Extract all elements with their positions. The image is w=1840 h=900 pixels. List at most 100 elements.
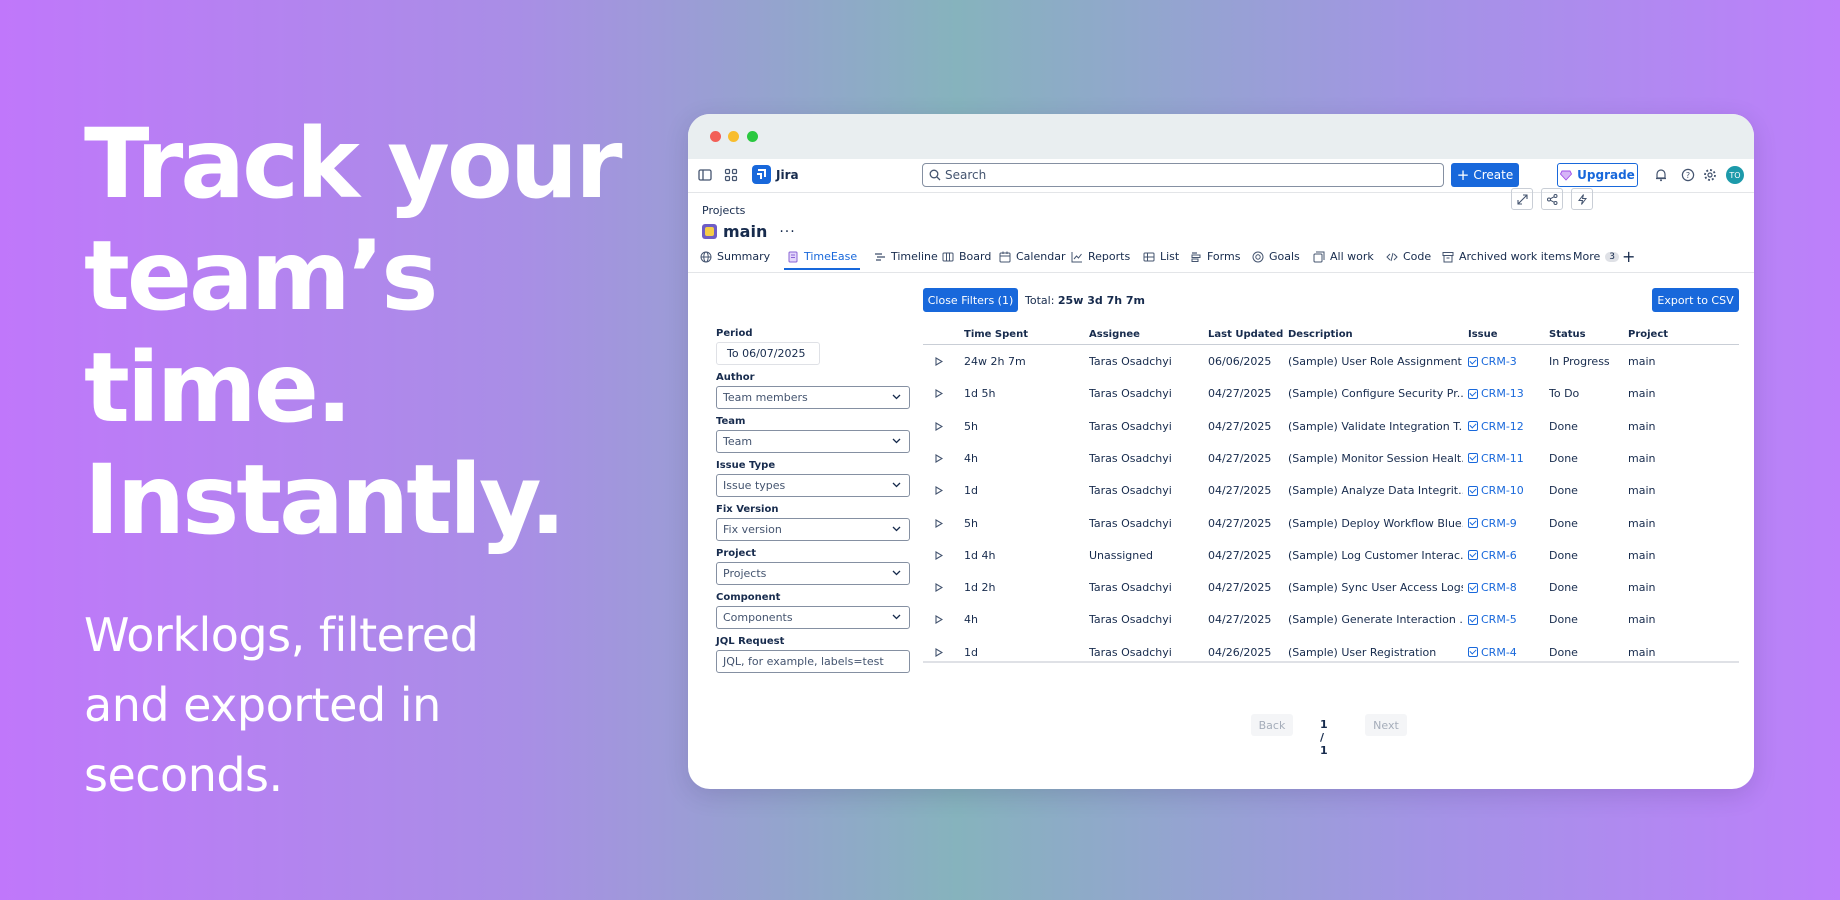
cell-issue[interactable]: CRM-9 [1468,517,1543,530]
column-header-assignee[interactable]: Assignee [1089,329,1140,340]
expand-row-icon[interactable] [935,356,944,369]
tab-summary[interactable]: Summary [700,250,770,263]
project-select[interactable]: Projects [716,562,910,585]
settings-gear-icon[interactable] [1703,168,1719,184]
tab-all-work[interactable]: All work [1313,250,1374,263]
search-input[interactable]: Search [922,163,1444,187]
back-button[interactable]: Back [1251,714,1293,736]
column-header-project[interactable]: Project [1628,329,1668,340]
calendar-icon [999,251,1011,262]
close-window-button[interactable] [710,131,721,142]
column-header-description[interactable]: Description [1288,329,1353,340]
cell-time: 1d 4h [964,549,1082,562]
cell-issue[interactable]: CRM-3 [1468,355,1543,368]
expand-row-icon[interactable] [935,582,944,595]
expand-row-icon[interactable] [935,647,944,660]
expand-row-icon[interactable] [935,550,944,563]
tab-calendar[interactable]: Calendar [999,250,1065,263]
cell-issue-text[interactable]: CRM-6 [1481,549,1517,562]
expand-row-icon[interactable] [935,421,944,434]
cell-issue-text[interactable]: CRM-10 [1481,484,1524,497]
cell-assignee: Taras Osadchyi [1089,355,1201,368]
table-row[interactable]: 1d Taras Osadchyi 04/27/2025 (Sample) Analy… [923,475,1739,507]
jql-input[interactable]: JQL, for example, labels=test [716,650,910,673]
breadcrumb[interactable]: Projects [702,204,745,217]
cell-updated: 04/27/2025 [1208,420,1283,433]
project-more-icon[interactable]: ··· [779,224,795,240]
cell-issue[interactable]: CRM-5 [1468,613,1543,626]
cell-issue-text[interactable]: CRM-8 [1481,581,1517,594]
user-avatar[interactable]: TO [1726,166,1744,184]
app-name[interactable]: Jira [776,168,799,182]
cell-issue[interactable]: CRM-6 [1468,549,1543,562]
automation-button[interactable] [1571,188,1593,210]
sidebar-toggle-icon[interactable] [698,168,714,184]
upgrade-button[interactable]: Upgrade [1557,163,1638,187]
column-header-last-updated[interactable]: Last Updated [1208,329,1283,340]
cell-issue-text[interactable]: CRM-3 [1481,355,1517,368]
table-row[interactable]: 1d 4h Unassigned 04/27/2025 (Sample) Log Cu… [923,540,1739,572]
cell-description-text: (Sample) Sync User Access Logs [1288,581,1463,595]
share-button[interactable] [1541,188,1563,210]
cell-issue[interactable]: CRM-10 [1468,484,1543,497]
table-row[interactable]: 1d 5h Taras Osadchyi 04/27/2025 (Sample) Co… [923,378,1739,410]
author-select[interactable]: Team members [716,386,910,409]
tab-goals[interactable]: Goals [1252,250,1300,263]
tab-list[interactable]: List [1143,250,1179,263]
expand-row-icon[interactable] [935,453,944,466]
help-icon[interactable]: ? [1681,168,1697,184]
app-switcher-icon[interactable] [724,168,740,184]
table-row[interactable]: 4h Taras Osadchyi 04/27/2025 (Sample) Gener… [923,604,1739,636]
period-field[interactable]: To 06/07/2025 [716,342,820,365]
gem-icon [1560,170,1573,181]
minimize-window-button[interactable] [728,131,739,142]
table-row[interactable]: 1d Taras Osadchyi 04/26/2025 (Sample) User … [923,637,1739,669]
tab-archived-work-items[interactable]: Archived work items [1442,250,1571,263]
expand-row-icon[interactable] [935,388,944,401]
cell-issue[interactable]: CRM-4 [1468,646,1543,659]
expand-row-icon[interactable] [935,485,944,498]
cell-issue-text[interactable]: CRM-4 [1481,646,1517,659]
team-select[interactable]: Team [716,430,910,453]
table-row[interactable]: 5h Taras Osadchyi 04/27/2025 (Sample) Valid… [923,411,1739,443]
table-row[interactable]: 1d 2h Taras Osadchyi 04/27/2025 (Sample) Sy… [923,572,1739,604]
cell-description-text: (Sample) Generate Interaction ... [1288,613,1463,627]
tab-forms[interactable]: Forms [1190,250,1240,263]
fullscreen-button[interactable] [1511,188,1533,210]
close-filters-button[interactable]: Close Filters (1) [923,288,1018,312]
column-header-status[interactable]: Status [1549,329,1586,340]
lightning-icon [1577,193,1587,205]
table-row[interactable]: 5h Taras Osadchyi 04/27/2025 (Sample) Deplo… [923,508,1739,540]
component-select[interactable]: Components [716,606,910,629]
cell-issue[interactable]: CRM-13 [1468,387,1543,400]
cell-issue[interactable]: CRM-12 [1468,420,1543,433]
cell-issue[interactable]: CRM-8 [1468,581,1543,594]
cell-issue-text[interactable]: CRM-12 [1481,420,1524,433]
tab-board[interactable]: Board [942,250,991,263]
tab-timeline[interactable]: Timeline [874,250,938,263]
tab-code[interactable]: Code [1386,250,1431,263]
cell-issue[interactable]: CRM-11 [1468,452,1543,465]
fix-version-select[interactable]: Fix version [716,518,910,541]
create-button[interactable]: + Create [1451,163,1519,187]
issue-type-select[interactable]: Issue types [716,474,910,497]
add-tab-plus-icon[interactable]: + [1622,247,1635,266]
tab-reports[interactable]: Reports [1071,250,1130,263]
next-button[interactable]: Next [1365,714,1407,736]
cell-issue-text[interactable]: CRM-5 [1481,613,1517,626]
cell-issue-text[interactable]: CRM-9 [1481,517,1517,530]
table-row[interactable]: 4h Taras Osadchyi 04/27/2025 (Sample) Monit… [923,443,1739,475]
jira-logo-icon[interactable] [752,165,771,184]
tab-timeease[interactable]: TimeEase [787,250,857,263]
maximize-window-button[interactable] [747,131,758,142]
cell-issue-text[interactable]: CRM-11 [1481,452,1524,465]
expand-row-icon[interactable] [935,518,944,531]
column-header-issue[interactable]: Issue [1468,329,1498,340]
cell-issue-text[interactable]: CRM-13 [1481,387,1524,400]
column-header-time-spent[interactable]: Time Spent [964,329,1028,340]
tab-more[interactable]: More 3 [1573,250,1620,263]
export-csv-button[interactable]: Export to CSV [1652,288,1739,312]
notifications-bell-icon[interactable] [1654,168,1670,184]
expand-row-icon[interactable] [935,614,944,627]
table-row[interactable]: 24w 2h 7m Taras Osadchyi 06/06/2025 (Sample… [923,346,1739,378]
